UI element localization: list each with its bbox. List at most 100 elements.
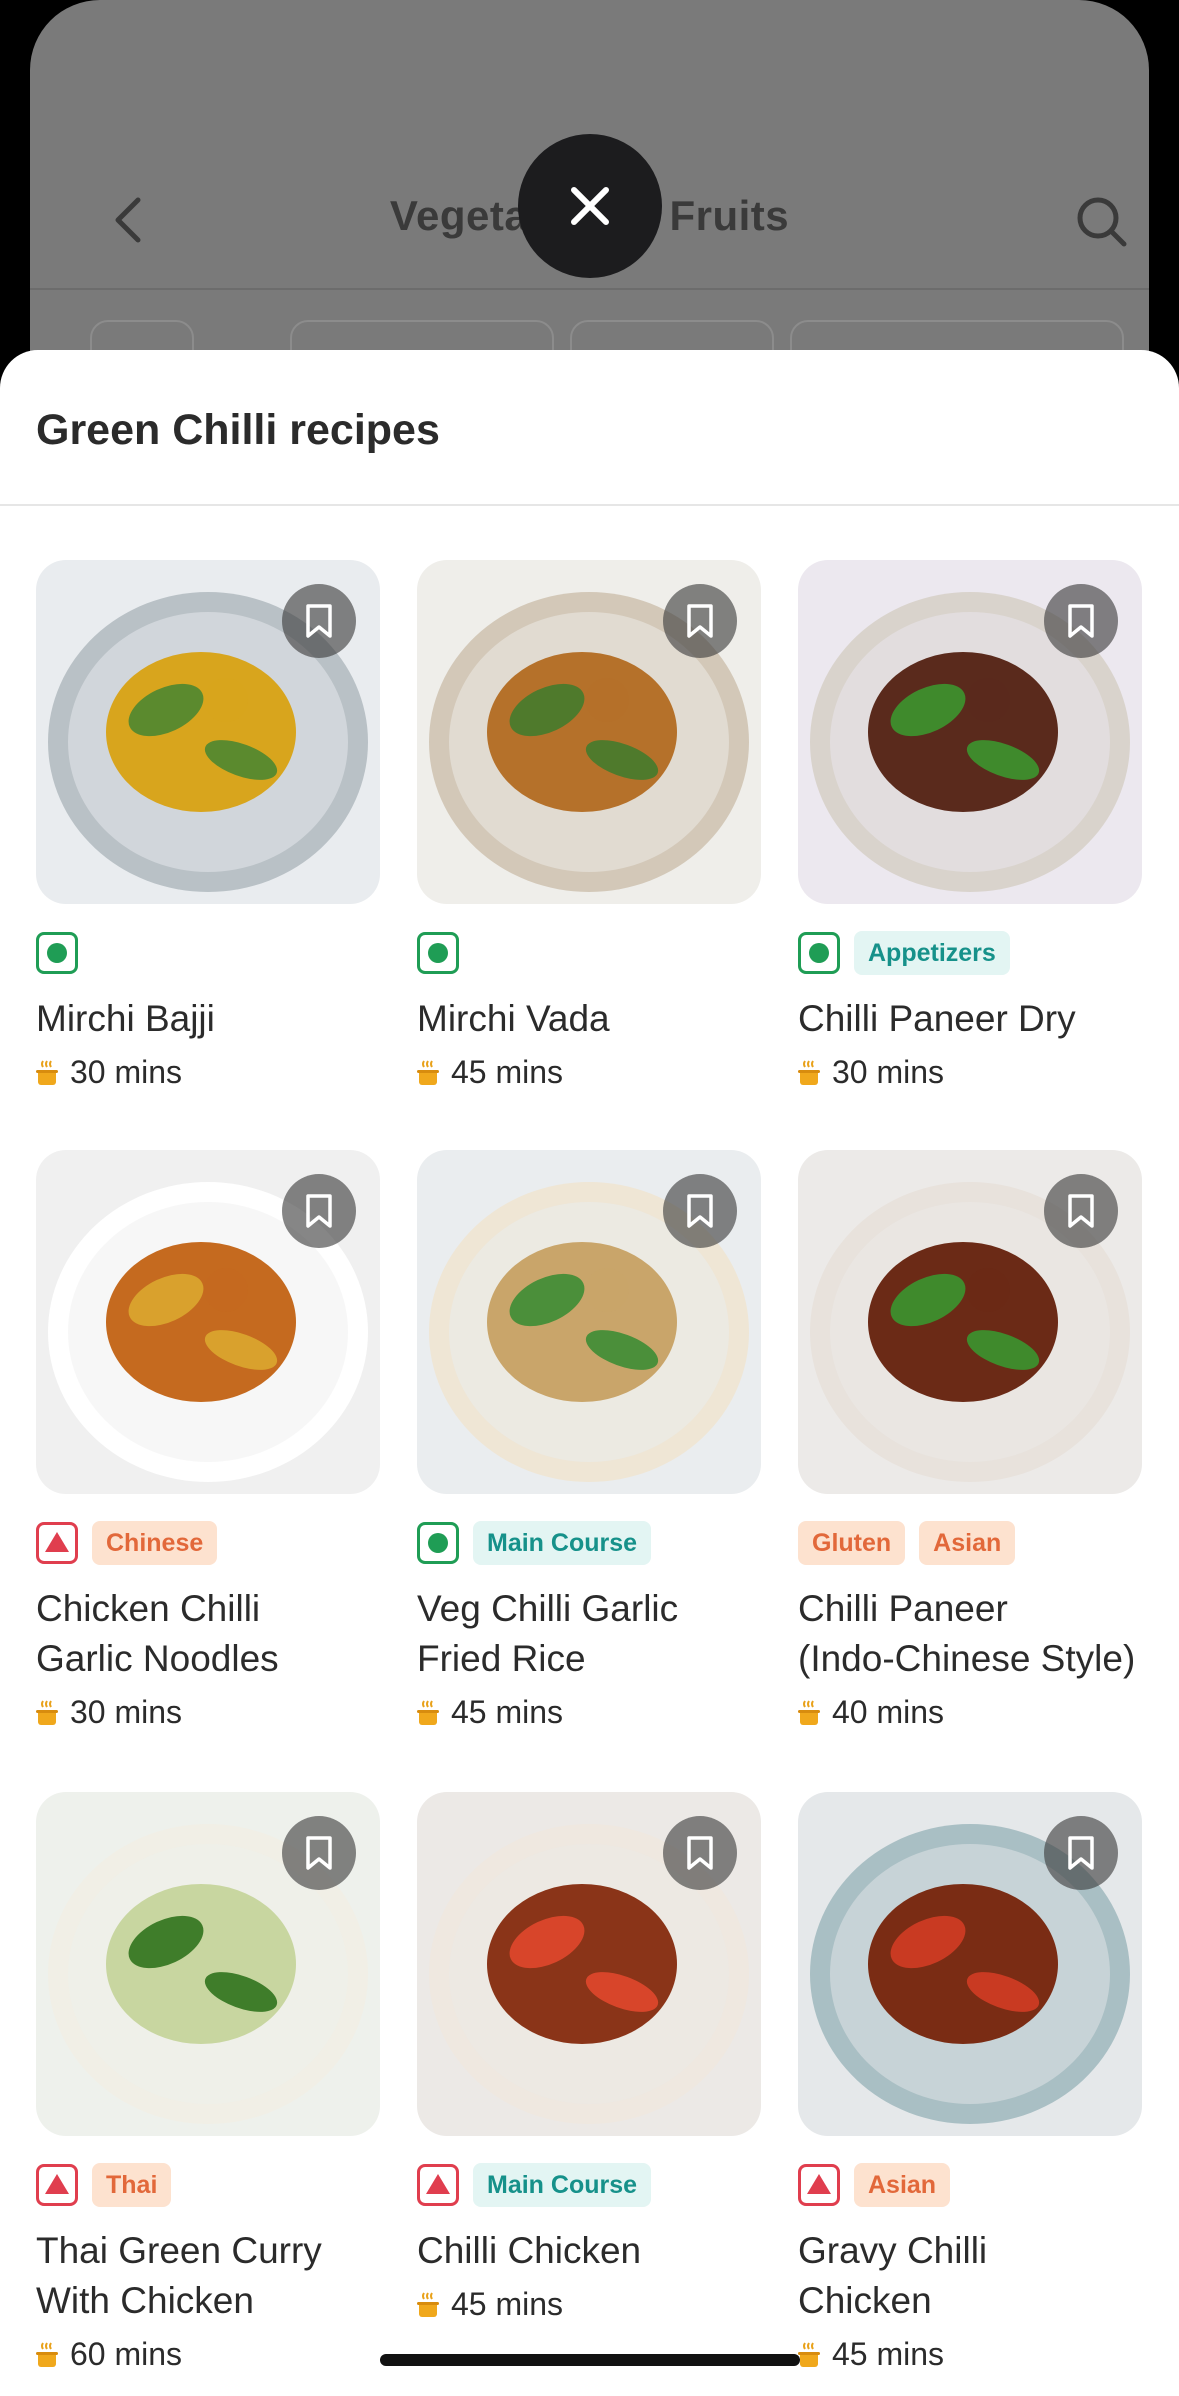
bookmark-icon: [1068, 604, 1094, 638]
cooking-pot-icon: [417, 2291, 439, 2317]
search-icon: [1077, 197, 1127, 247]
recipe-photo[interactable]: [36, 560, 380, 904]
bookmark-button[interactable]: [1044, 1816, 1118, 1890]
nonveg-indicator-icon: [417, 2164, 459, 2206]
cooking-pot-icon: [417, 1699, 439, 1725]
recipe-photo[interactable]: [417, 1792, 761, 2136]
recipe-card[interactable]: Asian Gravy Chilli Chicken 45 mins: [798, 1792, 1142, 2373]
recipe-tags: [417, 930, 761, 976]
recipe-time-label: 45 mins: [451, 1054, 564, 1090]
recipe-card[interactable]: Chinese Chicken Chilli Garlic Noodles 30 mi…: [36, 1150, 380, 1731]
bookmark-button[interactable]: [282, 584, 356, 658]
recipe-name-line2: Chicken: [798, 2280, 932, 2321]
nonveg-indicator-icon: [36, 1522, 78, 1564]
background-divider: [30, 288, 1149, 290]
recipe-time: 30 mins: [36, 1694, 380, 1731]
recipe-name: Mirchi Vada: [417, 998, 610, 1039]
nonveg-indicator-icon: [36, 2164, 78, 2206]
recipe-tags: Asian: [798, 2162, 1142, 2208]
recipe-tags: Gluten Asian: [798, 1520, 1142, 1566]
category-tag: Main Course: [473, 2163, 652, 2207]
recipe-card[interactable]: Thai Thai Green Curry With Chicken 60 mins: [36, 1792, 380, 2373]
bookmark-icon: [306, 1836, 332, 1870]
bookmark-button[interactable]: [1044, 1174, 1118, 1248]
bookmark-icon: [687, 604, 713, 638]
recipe-time-label: 30 mins: [832, 1054, 945, 1090]
category-tag: Asian: [854, 2163, 951, 2207]
recipe-name: Thai Green Curry: [36, 2230, 322, 2271]
recipe-time: 45 mins: [417, 2286, 761, 2323]
recipe-time: 60 mins: [36, 2336, 380, 2373]
close-icon: [571, 187, 609, 225]
bookmark-icon: [1068, 1194, 1094, 1228]
cooking-pot-icon: [36, 1059, 58, 1085]
bookmark-button[interactable]: [1044, 584, 1118, 658]
bookmark-icon: [1068, 1836, 1094, 1870]
recipe-name-line2: Garlic Noodles: [36, 1638, 279, 1679]
recipe-tags: Main Course: [417, 1520, 761, 1566]
recipe-card[interactable]: Main Course Veg Chilli Garlic Fried Rice 45…: [417, 1150, 761, 1731]
sheet-title: Green Chilli recipes: [36, 406, 440, 454]
recipe-time-label: 30 mins: [70, 1054, 183, 1090]
recipe-photo[interactable]: [798, 1150, 1142, 1494]
recipe-photo[interactable]: [36, 1150, 380, 1494]
recipe-tags: [36, 930, 380, 976]
category-tag: Gluten: [798, 1521, 906, 1565]
veg-indicator-icon: [417, 932, 459, 974]
recipe-time: 40 mins: [798, 1694, 1142, 1731]
category-tag: Thai: [92, 2163, 172, 2207]
bookmark-button[interactable]: [282, 1174, 356, 1248]
recipe-name-line2: (Indo-Chinese Style): [798, 1638, 1136, 1679]
recipe-time: 45 mins: [417, 1054, 761, 1091]
close-button[interactable]: [518, 134, 662, 278]
sheet-divider: [0, 504, 1179, 506]
recipe-time-label: 45 mins: [451, 1694, 564, 1730]
recipe-name: Chilli Paneer: [798, 1588, 1008, 1629]
veg-indicator-icon: [36, 932, 78, 974]
recipe-time-label: 45 mins: [832, 2336, 945, 2372]
bookmark-icon: [687, 1836, 713, 1870]
recipe-tags: Chinese: [36, 1520, 380, 1566]
recipe-photo[interactable]: [36, 1792, 380, 2136]
veg-indicator-icon: [798, 932, 840, 974]
recipe-card[interactable]: Mirchi Bajji 30 mins: [36, 560, 380, 1091]
cooking-pot-icon: [798, 1699, 820, 1725]
recipe-time: 30 mins: [36, 1054, 380, 1091]
recipe-photo[interactable]: [417, 1150, 761, 1494]
recipe-tags: Appetizers: [798, 930, 1142, 976]
bookmark-icon: [687, 1194, 713, 1228]
bookmark-icon: [306, 604, 332, 638]
category-tag: Appetizers: [854, 931, 1010, 975]
cooking-pot-icon: [36, 1699, 58, 1725]
recipe-tags: Main Course: [417, 2162, 761, 2208]
recipe-time: 30 mins: [798, 1054, 1142, 1091]
cooking-pot-icon: [798, 2341, 820, 2367]
bookmark-button[interactable]: [663, 1816, 737, 1890]
bookmark-icon: [306, 1194, 332, 1228]
recipe-photo[interactable]: [798, 560, 1142, 904]
bookmark-button[interactable]: [663, 584, 737, 658]
recipe-time-label: 30 mins: [70, 1694, 183, 1730]
category-tag: Main Course: [473, 1521, 652, 1565]
category-tag: Asian: [919, 1521, 1016, 1565]
recipe-card[interactable]: Gluten Asian Chilli Paneer (Indo-Chinese St…: [798, 1150, 1142, 1731]
recipe-name-line2: With Chicken: [36, 2280, 254, 2321]
recipe-tags: Thai: [36, 2162, 380, 2208]
recipe-time: 45 mins: [798, 2336, 1142, 2373]
cooking-pot-icon: [417, 1059, 439, 1085]
recipes-sheet: Green Chilli recipes Mirchi Bajji 30 mins…: [0, 350, 1179, 2396]
bookmark-button[interactable]: [663, 1174, 737, 1248]
recipe-card[interactable]: Main Course Chilli Chicken 45 mins: [417, 1792, 761, 2323]
recipe-time-label: 40 mins: [832, 1694, 945, 1730]
recipe-photo[interactable]: [417, 560, 761, 904]
recipe-card[interactable]: Mirchi Vada 45 mins: [417, 560, 761, 1091]
cooking-pot-icon: [36, 2341, 58, 2367]
recipe-card[interactable]: Appetizers Chilli Paneer Dry 30 mins: [798, 560, 1142, 1091]
recipe-name: Gravy Chilli: [798, 2230, 988, 2271]
recipe-photo[interactable]: [798, 1792, 1142, 2136]
recipe-time-label: 45 mins: [451, 2286, 564, 2322]
recipe-time-label: 60 mins: [70, 2336, 183, 2372]
cooking-pot-icon: [798, 1059, 820, 1085]
bookmark-button[interactable]: [282, 1816, 356, 1890]
recipe-name: Chicken Chilli: [36, 1588, 261, 1629]
